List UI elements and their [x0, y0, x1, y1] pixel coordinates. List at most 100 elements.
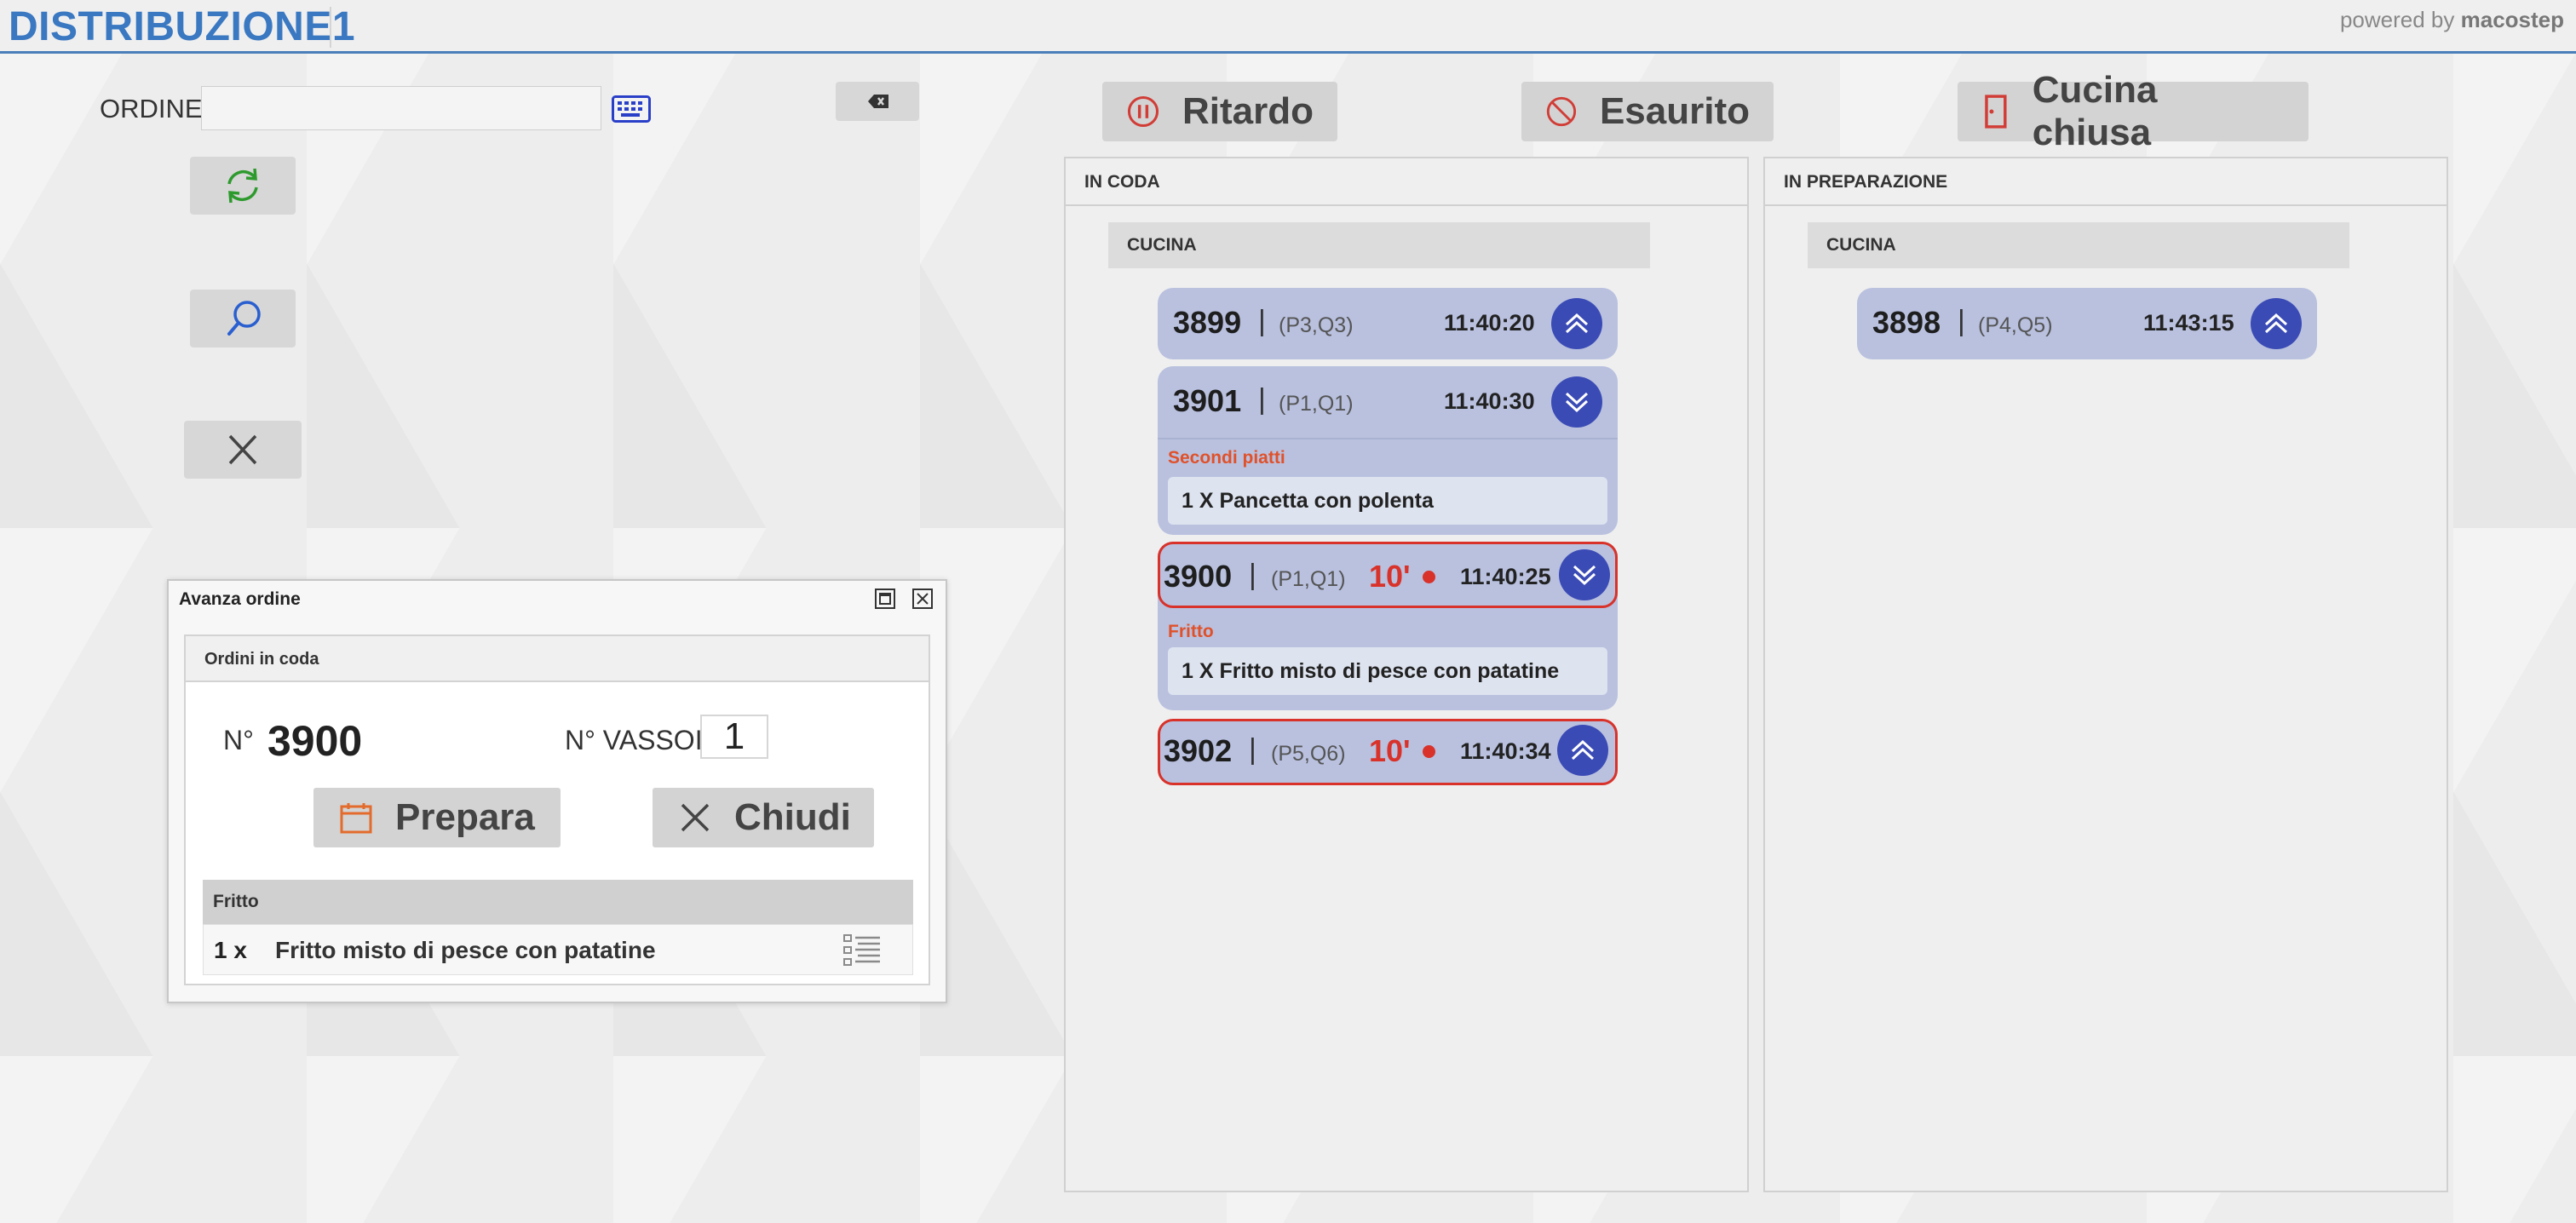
- app-title: DISTRIBUZIONE1: [9, 4, 356, 49]
- order-time: 11:40:34: [1460, 738, 1551, 764]
- order-tables: (P5,Q6): [1271, 742, 1346, 766]
- queue-panel-title: IN CODA: [1066, 158, 1747, 206]
- door-icon: [1985, 95, 2007, 129]
- search-button[interactable]: [190, 290, 296, 347]
- order-time: 11:43:15: [2143, 310, 2234, 336]
- ordine-label: ORDINE: [100, 94, 203, 123]
- order-item: 1 X Fritto misto di pesce con patatine: [1168, 647, 1607, 695]
- dialog-close-button[interactable]: [911, 588, 934, 610]
- prep-panel: IN PREPARAZIONE CUCINA 3898 | (P4,Q5) 11…: [1763, 157, 2448, 1192]
- chevron-up-icon: [2264, 313, 2288, 334]
- maximize-button[interactable]: [874, 588, 896, 610]
- refresh-button[interactable]: [190, 157, 296, 215]
- search-icon: [227, 301, 261, 336]
- order-separator: |: [1258, 383, 1266, 416]
- close-icon: [228, 434, 257, 465]
- chevron-up-icon: [1565, 313, 1589, 334]
- close-icon: [912, 589, 933, 609]
- refresh-icon: [227, 168, 258, 204]
- ordine-input[interactable]: [201, 86, 601, 130]
- keyboard-icon[interactable]: [612, 95, 651, 123]
- order-tables: (P1,Q1): [1279, 392, 1354, 416]
- order-row: 3902 | (P5,Q6) 10' 11:40:34: [1160, 721, 1615, 793]
- chevron-down-icon: [1573, 565, 1596, 586]
- prep-panel-title: IN PREPARAZIONE: [1765, 158, 2447, 206]
- dialog-title: Avanza ordine: [179, 589, 301, 609]
- cucina-chiusa-button[interactable]: Cucina chiusa: [1958, 69, 2309, 153]
- chevron-down-icon: [1565, 392, 1589, 413]
- collapse-button[interactable]: [1551, 376, 1602, 428]
- order-row: 3898 | (P4,Q5) 11:43:15: [1857, 288, 2317, 359]
- list-details-icon[interactable]: [842, 932, 882, 969]
- number-label: N°: [223, 725, 254, 755]
- order-card-3899[interactable]: 3899 | (P3,Q3) 11:40:20: [1158, 288, 1618, 359]
- alert-dot: [1423, 571, 1435, 583]
- backspace-button[interactable]: [836, 82, 919, 121]
- powered-by: powered by macostep: [2340, 7, 2564, 33]
- order-row: 3900 | (P1,Q1) 10' 11:40:25: [1158, 542, 1618, 608]
- collapse-button[interactable]: [1559, 549, 1610, 600]
- ritardo-label: Ritardo: [1182, 90, 1314, 132]
- expand-button[interactable]: [2251, 298, 2302, 349]
- top-bar: DISTRIBUZIONE1 powered by macostep: [0, 0, 2576, 54]
- order-separator: |: [1249, 733, 1256, 766]
- prepara-button[interactable]: Prepara: [313, 788, 561, 847]
- trays-label: N° VASSOI: [565, 725, 703, 755]
- queue-section-cucina: CUCINA: [1108, 222, 1650, 268]
- category-label: Secondi piatti: [1168, 448, 1285, 468]
- maximize-icon: [875, 589, 895, 609]
- order-separator: |: [1249, 559, 1256, 591]
- order-tables: (P3,Q3): [1279, 313, 1354, 337]
- order-time: 11:40:30: [1444, 388, 1535, 414]
- alert-dot: [1423, 745, 1435, 758]
- section-header: Ordini in coda: [186, 636, 929, 682]
- order-tables: (P1,Q1): [1271, 567, 1346, 591]
- expand-button[interactable]: [1557, 725, 1608, 776]
- row-item-name: Fritto misto di pesce con patatine: [275, 937, 656, 963]
- order-time: 11:40:20: [1444, 310, 1535, 336]
- table-row[interactable]: 1 x Fritto misto di pesce con patatine: [203, 924, 913, 975]
- order-number: 3899: [1173, 305, 1242, 340]
- table-category-header: Fritto: [203, 880, 913, 924]
- order-number: 3900: [1164, 559, 1233, 594]
- number-value: 3900: [267, 717, 363, 765]
- chiudi-button[interactable]: Chiudi: [653, 788, 874, 847]
- ordini-in-coda-panel: Ordini in coda N° 3900 N° VASSOI Prepara…: [184, 634, 930, 985]
- prep-section-cucina: CUCINA: [1808, 222, 2349, 268]
- queue-panel: IN CODA CUCINA 3899 | (P3,Q3) 11:40:20 3…: [1064, 157, 1749, 1192]
- row-quantity: 1 x: [214, 937, 247, 963]
- powered-prefix: powered by: [2339, 7, 2461, 32]
- order-number: 3901: [1173, 383, 1242, 418]
- close-icon: [681, 803, 710, 832]
- chiudi-label: Chiudi: [734, 796, 851, 838]
- order-separator: |: [1258, 305, 1266, 337]
- order-row: 3899 | (P3,Q3) 11:40:20: [1158, 288, 1618, 359]
- trays-input[interactable]: [700, 715, 768, 759]
- order-time: 11:40:25: [1460, 564, 1551, 589]
- prepara-label: Prepara: [395, 796, 535, 838]
- avanza-ordine-dialog: Avanza ordine Ordini in coda N° 3900 N° …: [167, 579, 947, 1003]
- order-row: 3901 | (P1,Q1) 11:40:30: [1158, 366, 1618, 439]
- order-card-3898[interactable]: 3898 | (P4,Q5) 11:43:15: [1857, 288, 2317, 359]
- order-number: 3902: [1164, 733, 1233, 768]
- backspace-icon: [868, 95, 888, 108]
- order-number: 3898: [1872, 305, 1941, 340]
- clear-button[interactable]: [184, 421, 302, 479]
- order-item: 1 X Pancetta con polenta: [1168, 477, 1607, 525]
- expand-button[interactable]: [1551, 298, 1602, 349]
- chevron-up-icon: [1571, 739, 1595, 761]
- cucina-chiusa-label: Cucina chiusa: [2032, 69, 2158, 153]
- ban-icon: [1546, 96, 1577, 127]
- calendar-icon: [340, 803, 372, 834]
- esaurito-label: Esaurito: [1599, 90, 1750, 132]
- powered-brand: macostep: [2460, 7, 2564, 32]
- order-card-3900[interactable]: 3900 | (P1,Q1) 10' 11:40:25 Fritto 1 X F…: [1158, 542, 1618, 710]
- order-card-3902[interactable]: 3902 | (P5,Q6) 10' 11:40:34: [1158, 719, 1618, 785]
- ritardo-button[interactable]: Ritardo: [1102, 82, 1337, 141]
- esaurito-button[interactable]: Esaurito: [1521, 82, 1774, 141]
- title-divider: [330, 7, 331, 48]
- order-card-3901[interactable]: 3901 | (P1,Q1) 11:40:30 Secondi piatti 1…: [1158, 366, 1618, 535]
- category-label: Fritto: [1168, 622, 1214, 641]
- order-separator: |: [1958, 305, 1965, 337]
- delay-badge: 10': [1369, 559, 1411, 594]
